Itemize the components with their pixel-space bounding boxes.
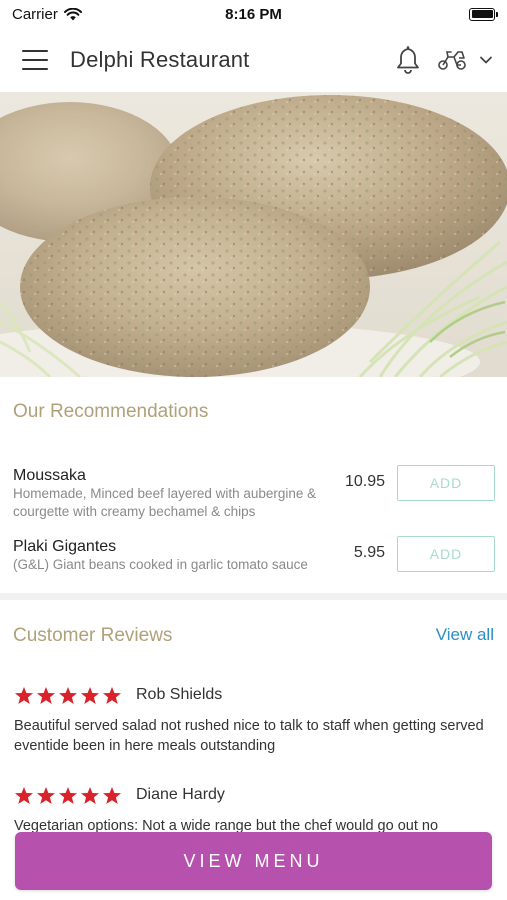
status-left: Carrier [12, 6, 82, 23]
reviews-section: Customer Reviews View all Rob Shields Be… [0, 600, 507, 832]
star-icon [15, 686, 33, 704]
recommendations-section: Our Recommendations Moussaka Homemade, M… [0, 377, 507, 593]
hero-food-image [0, 92, 507, 377]
star-icon [81, 686, 99, 704]
menu-item-price: 5.95 [353, 544, 385, 561]
recommendations-title: Our Recommendations [13, 401, 209, 422]
reviews-title: Customer Reviews [13, 625, 173, 646]
star-icon [59, 786, 77, 804]
star-rating [14, 686, 122, 705]
battery-icon [469, 7, 498, 21]
bell-icon [397, 46, 419, 74]
review-item: Rob Shields Beautiful served salad not r… [14, 683, 494, 756]
view-all-link[interactable]: View all [436, 625, 494, 645]
add-button[interactable]: ADD [397, 465, 495, 501]
notifications-button[interactable] [395, 45, 421, 75]
delivery-scooter-icon [438, 51, 466, 70]
order-type-dropdown[interactable] [437, 49, 493, 71]
chevron-down-icon [480, 56, 492, 64]
menu-item: Moussaka Homemade, Minced beef layered w… [13, 465, 495, 521]
battery-fill [471, 10, 493, 18]
reviewer-name: Diane Hardy [136, 786, 225, 803]
food-illustration [0, 92, 507, 377]
app-header: Delphi Restaurant [0, 28, 507, 92]
review-text: Beautiful served salad not rushed nice t… [14, 718, 484, 754]
reviewer-name: Rob Shields [136, 686, 223, 703]
section-divider [0, 593, 507, 600]
wifi-icon [63, 7, 82, 20]
status-bar: Carrier 8:16 PM [0, 0, 507, 28]
menu-icon[interactable] [22, 50, 48, 70]
menu-item-description: Homemade, Minced beef layered with auber… [13, 486, 317, 519]
menu-item-price: 10.95 [344, 473, 385, 490]
star-icon [59, 686, 77, 704]
view-menu-button[interactable]: VIEW MENU [15, 832, 492, 890]
add-button[interactable]: ADD [397, 536, 495, 572]
star-icon [103, 786, 121, 804]
carrier-label: Carrier [12, 5, 58, 23]
menu-item-description: (G&L) Giant beans cooked in garlic tomat… [13, 557, 308, 572]
header-actions [395, 45, 493, 75]
star-icon [81, 786, 99, 804]
star-icon [37, 686, 55, 704]
menu-item: Plaki Gigantes (G&L) Giant beans cooked … [13, 536, 495, 574]
review-item: Diane Hardy Vegetarian options: Not a wi… [14, 783, 494, 832]
star-icon [37, 786, 55, 804]
star-icon [15, 786, 33, 804]
app-title: Delphi Restaurant [70, 47, 250, 72]
star-rating [14, 786, 122, 805]
star-icon [103, 686, 121, 704]
review-text: Vegetarian options: Not a wide range but… [14, 818, 439, 832]
